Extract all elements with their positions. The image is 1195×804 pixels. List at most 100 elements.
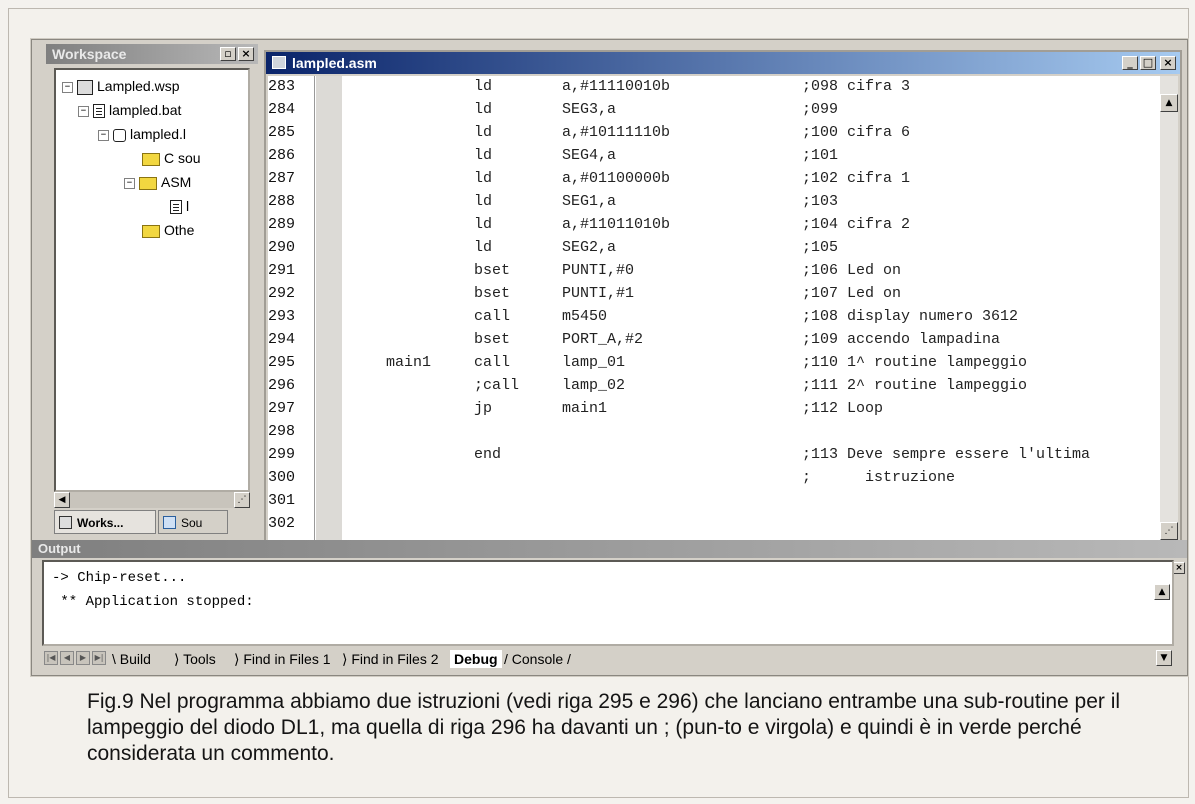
collapse-icon[interactable]: −: [124, 177, 135, 189]
collapse-icon[interactable]: −: [62, 81, 73, 93]
folder-icon: [139, 176, 157, 190]
code-opcode: ld: [474, 170, 493, 187]
code-opcode: jp: [474, 400, 493, 417]
tab-build[interactable]: \ Build: [112, 650, 151, 668]
next-tab-icon[interactable]: ▶: [76, 651, 90, 665]
tab-sources[interactable]: Sou: [158, 510, 228, 534]
maximize-icon[interactable]: □: [1140, 56, 1156, 70]
editor-title: lampled.asm: [292, 55, 377, 71]
tab-tools[interactable]: ⟩ Tools: [174, 650, 216, 668]
code-argument: SEG1,a: [562, 193, 617, 210]
output-tabbar: |◀ ◀ ▶ ▶| \ Build ⟩ Tools ⟩ Find in File…: [42, 648, 1174, 670]
resize-grip-icon[interactable]: ⋰: [1160, 522, 1178, 540]
collapse-icon[interactable]: −: [98, 129, 109, 141]
workspace-icon: [59, 516, 72, 529]
code-comment: ;100 cifra 6: [802, 124, 911, 141]
tree-label: lampled.l: [130, 126, 187, 142]
line-number: 284: [268, 101, 296, 118]
line-number: 286: [268, 147, 296, 164]
close-icon[interactable]: ×: [1173, 562, 1185, 574]
line-number: 294: [268, 331, 296, 348]
scroll-up-icon[interactable]: ▲: [1154, 584, 1170, 600]
restore-icon[interactable]: ▫: [220, 47, 236, 61]
first-tab-icon[interactable]: |◀: [44, 651, 58, 665]
workspace-title: Workspace: [52, 46, 127, 62]
code-argument: PUNTI,#0: [562, 262, 635, 279]
code-comment: ;108 display numero 3612: [802, 308, 1019, 325]
workspace-hscrollbar[interactable]: ◀ ⋰: [54, 492, 250, 508]
tree-item-bat[interactable]: − lampled.bat: [78, 100, 181, 120]
tree-item-asm[interactable]: − ASM: [124, 172, 191, 192]
tree-label: Othe: [164, 222, 195, 238]
tab-label: Console: [511, 651, 564, 667]
code-opcode: ld: [474, 239, 493, 256]
tab-find-in-files-2[interactable]: ⟩ Find in Files 2: [342, 650, 439, 668]
tree-item-project[interactable]: − lampled.l: [98, 124, 186, 144]
line-number: 299: [268, 446, 296, 463]
output-panel: Output ▫ × -> Chip-reset... ** Applicati…: [32, 540, 1187, 675]
file-icon: [93, 104, 105, 119]
line-number: 300: [268, 469, 296, 486]
code-argument: lamp_01: [562, 354, 626, 371]
code-area[interactable]: 283 ld a,#11110010b ;098 cifra 3 284 ld SEG3,a…: [268, 76, 1160, 540]
code-comment: ;111 2^ routine lampeggio: [802, 377, 1028, 394]
tree-item-c-sources[interactable]: C sou: [142, 148, 201, 168]
minimize-icon[interactable]: _: [1122, 56, 1138, 70]
code-opcode: end: [474, 446, 502, 463]
line-number: 285: [268, 124, 296, 141]
scroll-down-icon[interactable]: ▼: [1156, 650, 1172, 666]
tree-label: lampled.bat: [109, 102, 182, 118]
code-opcode: ld: [474, 147, 493, 164]
resize-grip-icon[interactable]: ⋰: [234, 492, 250, 508]
output-line: -> Chip-reset...: [52, 570, 187, 586]
code-argument: SEG3,a: [562, 101, 617, 118]
editor-vscrollbar[interactable]: ▲ ⋰: [1160, 76, 1178, 540]
code-comment: ;109 accendo lampadina: [802, 331, 1001, 348]
code-opcode: bset: [474, 262, 511, 279]
page-frame: Workspace ▫ × − Lampled.wsp − lampled.bat …: [8, 8, 1189, 798]
tab-debug[interactable]: Debug: [450, 650, 502, 668]
tab-label: Debug: [454, 651, 498, 667]
close-icon[interactable]: ×: [1160, 56, 1176, 70]
tree-item-asm-file[interactable]: l: [170, 196, 189, 216]
tab-workspace[interactable]: Works...: [54, 510, 156, 534]
document-icon: [272, 56, 286, 69]
collapse-icon[interactable]: −: [78, 105, 89, 117]
code-argument: lamp_02: [562, 377, 626, 394]
code-comment: ;105: [802, 239, 839, 256]
code-comment: ;102 cifra 1: [802, 170, 911, 187]
line-number: 291: [268, 262, 296, 279]
scroll-left-icon[interactable]: ◀: [54, 492, 70, 508]
tab-label: Tools: [183, 651, 216, 667]
prev-tab-icon[interactable]: ◀: [60, 651, 74, 665]
code-argument: a,#10111110b: [562, 124, 671, 141]
workspace-tree: − Lampled.wsp − lampled.bat − lampled.l C s…: [54, 68, 250, 492]
line-number: 287: [268, 170, 296, 187]
code-argument: PUNTI,#1: [562, 285, 635, 302]
editor-window: lampled.asm _ □ × 283 ld a,#11110010b ;098 …: [264, 50, 1182, 544]
tab-console[interactable]: / Console /: [504, 650, 571, 668]
folder-icon: [142, 152, 160, 166]
tree-item-workspace[interactable]: − Lampled.wsp: [62, 76, 180, 96]
code-comment: ; istruzione: [802, 469, 956, 486]
line-number: 290: [268, 239, 296, 256]
code-argument: a,#11110010b: [562, 78, 671, 95]
code-argument: SEG2,a: [562, 239, 617, 256]
output-titlebar: Output: [32, 540, 1187, 558]
tree-item-other[interactable]: Othe: [142, 220, 194, 240]
workspace-tabbar: Works... Sou: [54, 510, 250, 536]
tab-find-in-files-1[interactable]: ⟩ Find in Files 1: [234, 650, 331, 668]
last-tab-icon[interactable]: ▶|: [92, 651, 106, 665]
tree-label: Lampled.wsp: [97, 78, 180, 94]
code-opcode: ld: [474, 101, 493, 118]
scroll-up-icon[interactable]: ▲: [1160, 94, 1178, 112]
output-console[interactable]: -> Chip-reset... ** Application stopped:…: [42, 560, 1174, 646]
code-opcode: ld: [474, 124, 493, 141]
output-title: Output: [38, 541, 81, 556]
code-label: main1: [386, 354, 432, 371]
line-number: 292: [268, 285, 296, 302]
code-argument: m5450: [562, 308, 608, 325]
code-comment: ;103: [802, 193, 839, 210]
close-icon[interactable]: ×: [238, 47, 254, 61]
code-opcode: ld: [474, 78, 493, 95]
